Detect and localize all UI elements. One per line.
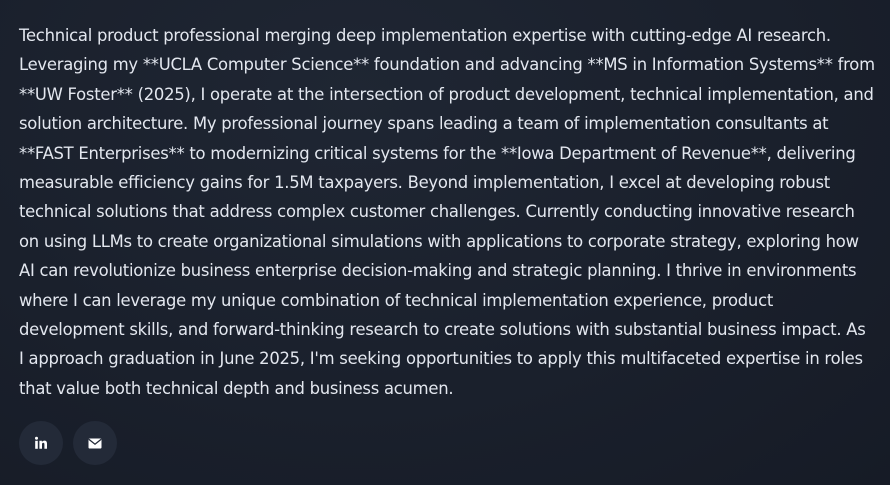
bio-paragraph: Technical product professional merging d…: [19, 26, 875, 398]
envelope-icon: [88, 438, 102, 449]
linkedin-button[interactable]: [19, 421, 63, 465]
social-links: [19, 421, 117, 465]
linkedin-icon: [34, 436, 48, 450]
email-button[interactable]: [73, 421, 117, 465]
about-section: Technical product professional merging d…: [19, 21, 875, 403]
